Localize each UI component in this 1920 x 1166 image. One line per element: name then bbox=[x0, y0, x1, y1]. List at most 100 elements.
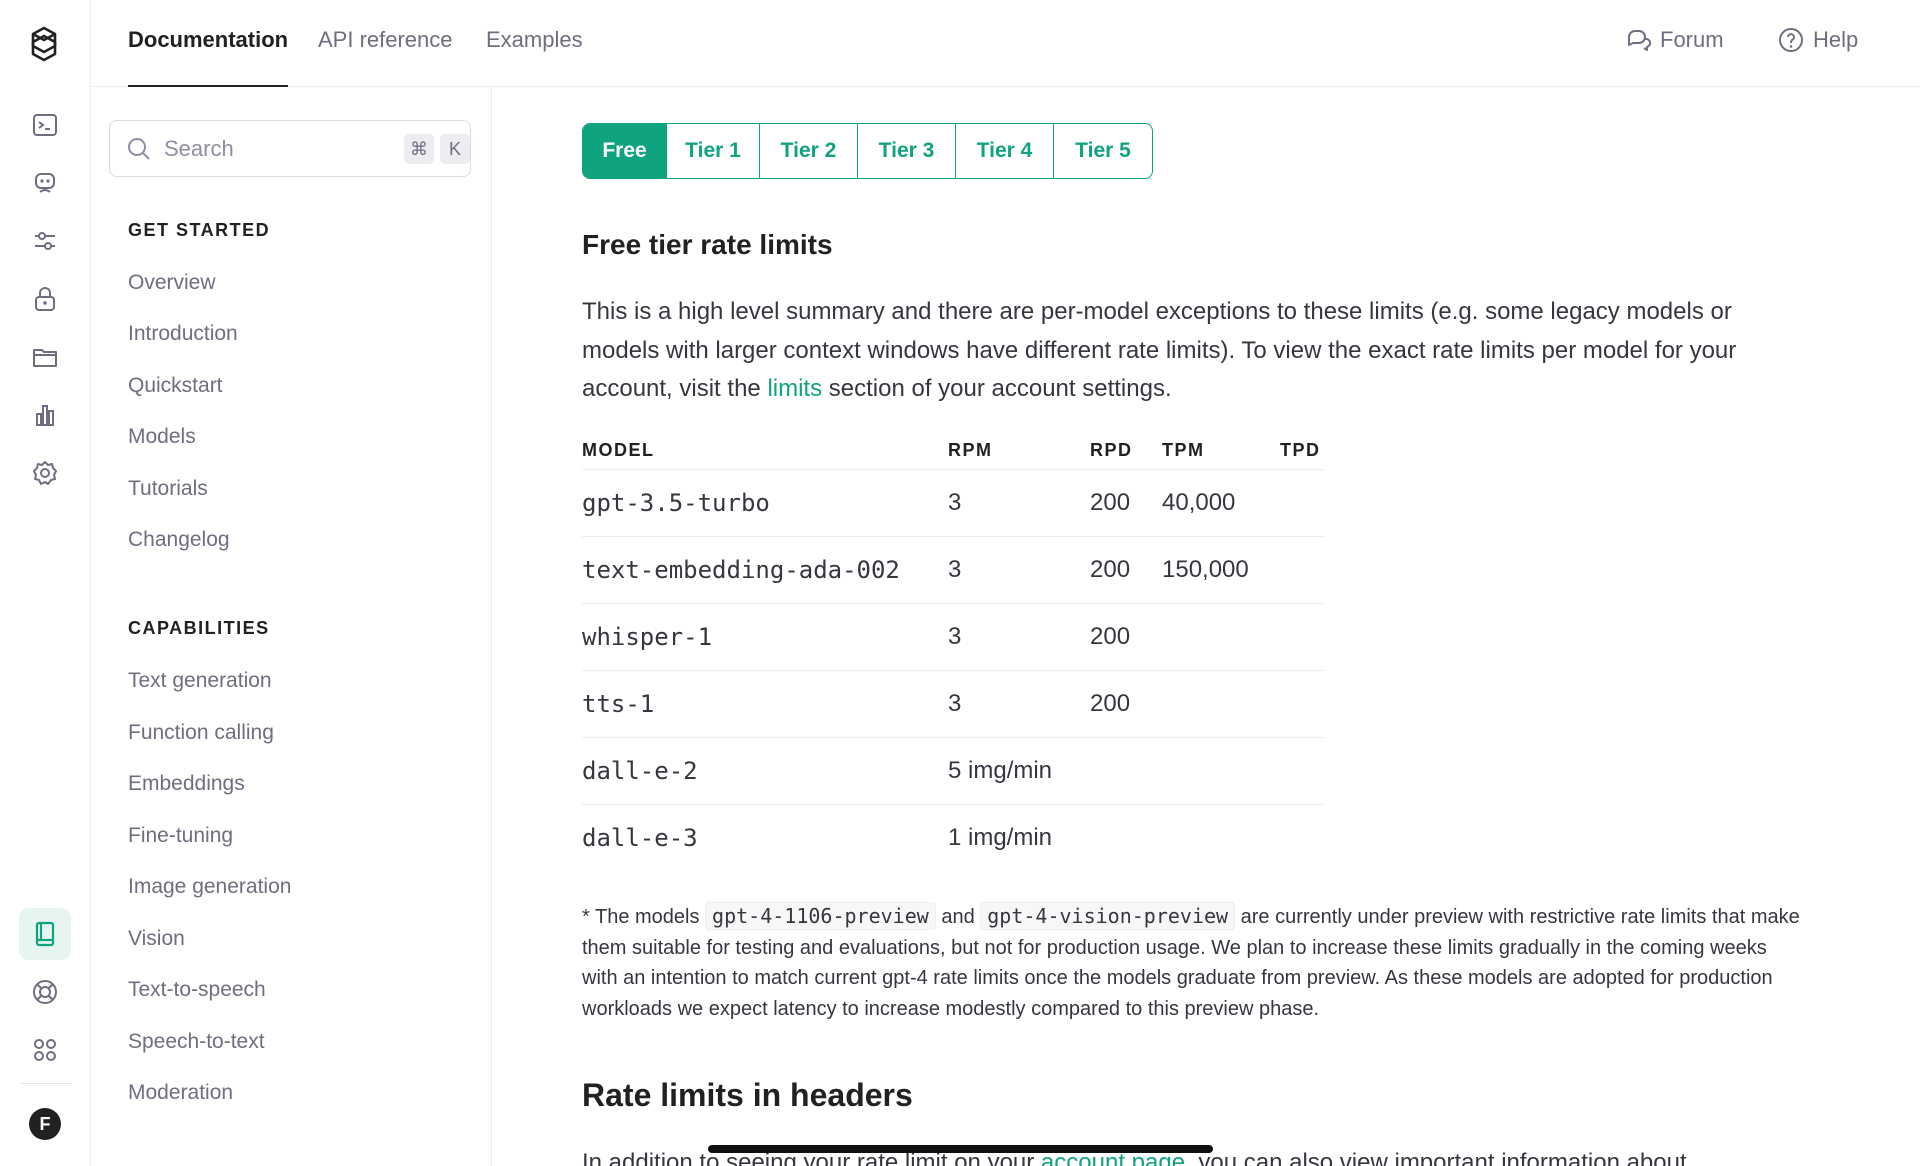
settings-gear-icon[interactable] bbox=[24, 452, 66, 494]
rate-limits-table: MODEL RPM RPD TPM TPD gpt-3.5-turbo 3 20… bbox=[582, 433, 1324, 871]
tier-tab-2[interactable]: Tier 2 bbox=[760, 124, 858, 178]
table-row: whisper-1 3 200 bbox=[582, 603, 1324, 671]
openai-logo-icon[interactable] bbox=[22, 22, 66, 66]
sidebar-item-quickstart[interactable]: Quickstart bbox=[128, 374, 223, 398]
note-mid: and bbox=[935, 906, 981, 928]
headers-text-after: , you can also view important informatio… bbox=[1185, 1149, 1687, 1166]
rpm-cell: 1 img/min bbox=[948, 823, 1053, 851]
sidebar-item-speech-to-text[interactable]: Speech-to-text bbox=[128, 1030, 265, 1054]
book-icon[interactable] bbox=[19, 908, 71, 960]
help-ring-icon[interactable] bbox=[24, 971, 66, 1013]
model-cell: whisper-1 bbox=[582, 603, 948, 671]
model-cell: tts-1 bbox=[582, 670, 948, 738]
tier-tab-3[interactable]: Tier 3 bbox=[858, 124, 956, 178]
tpd-cell bbox=[1280, 670, 1324, 738]
search-placeholder: Search bbox=[164, 135, 234, 161]
table-row: text-embedding-ada-002 3 200 150,000 bbox=[582, 536, 1324, 604]
tier-tab-1[interactable]: Tier 1 bbox=[667, 124, 760, 178]
apps-grid-icon[interactable] bbox=[24, 1029, 66, 1071]
tab-examples[interactable]: Examples bbox=[486, 27, 583, 87]
rpm-cell: 3 bbox=[948, 603, 1090, 671]
sidebar-item-fine-tuning[interactable]: Fine-tuning bbox=[128, 824, 233, 848]
tpm-cell: 150,000 bbox=[1162, 536, 1280, 604]
terminal-icon[interactable] bbox=[24, 104, 66, 146]
intro-text-after: section of your account settings. bbox=[822, 375, 1172, 402]
rpm-cell: 3 bbox=[948, 469, 1090, 537]
rpd-cell: 200 bbox=[1090, 603, 1162, 671]
sidebar-item-models[interactable]: Models bbox=[128, 425, 196, 449]
code-gpt-4-1106-preview: gpt-4-1106-preview bbox=[705, 902, 936, 930]
sidebar-item-embeddings[interactable]: Embeddings bbox=[128, 772, 245, 796]
help-link[interactable]: Help bbox=[1778, 27, 1858, 53]
tpm-cell bbox=[1162, 670, 1280, 738]
forum-link[interactable]: Forum bbox=[1625, 27, 1724, 53]
rpd-cell: 200 bbox=[1090, 536, 1162, 604]
docs-sidebar: Search ⌘ K GET STARTED Overview Introduc… bbox=[91, 87, 492, 1166]
icon-rail: F bbox=[0, 0, 91, 1166]
section-title-get-started: GET STARTED bbox=[128, 220, 271, 240]
user-avatar[interactable]: F bbox=[29, 1108, 61, 1140]
rail-divider bbox=[20, 1083, 72, 1084]
forum-label: Forum bbox=[1660, 27, 1724, 52]
help-label: Help bbox=[1813, 27, 1859, 52]
table-row: gpt-3.5-turbo 3 200 40,000 bbox=[582, 469, 1324, 537]
column-header-rpd: RPD bbox=[1090, 433, 1162, 470]
sidebar-item-tutorials[interactable]: Tutorials bbox=[128, 477, 208, 501]
note-prefix: * The models bbox=[582, 906, 706, 928]
sidebar-item-text-to-speech[interactable]: Text-to-speech bbox=[128, 978, 266, 1002]
free-tier-heading: Free tier rate limits bbox=[582, 229, 833, 260]
sidebar-item-changelog[interactable]: Changelog bbox=[128, 528, 230, 552]
model-cell: dall-e-2 bbox=[582, 737, 948, 805]
column-header-tpd: TPD bbox=[1280, 433, 1324, 470]
assistant-bot-icon[interactable] bbox=[24, 162, 66, 204]
lock-icon[interactable] bbox=[24, 278, 66, 320]
column-header-rpm: RPM bbox=[948, 433, 1090, 470]
shortcut-cmd-key: ⌘ bbox=[404, 134, 434, 164]
tpd-cell bbox=[1280, 603, 1324, 671]
tab-api-reference[interactable]: API reference bbox=[318, 27, 453, 87]
tab-documentation[interactable]: Documentation bbox=[128, 27, 289, 87]
rpd-cell: 200 bbox=[1090, 670, 1162, 738]
model-cell: gpt-3.5-turbo bbox=[582, 469, 948, 537]
sidebar-item-vision[interactable]: Vision bbox=[128, 927, 185, 951]
table-row: dall-e-3 1 img/min bbox=[582, 804, 1324, 871]
forum-chat-icon bbox=[1628, 30, 1651, 51]
rpd-cell: 200 bbox=[1090, 469, 1162, 537]
table-row: dall-e-2 5 img/min bbox=[582, 737, 1324, 805]
help-question-icon bbox=[1779, 28, 1803, 52]
rpm-cell: 3 bbox=[948, 670, 1090, 738]
rpm-cell: 5 img/min bbox=[948, 737, 1324, 805]
tpd-cell bbox=[1280, 536, 1324, 604]
search-box[interactable]: Search ⌘ K bbox=[109, 120, 471, 177]
sidebar-item-moderation[interactable]: Moderation bbox=[128, 1081, 233, 1105]
tpm-cell: 40,000 bbox=[1162, 469, 1280, 537]
sliders-icon[interactable] bbox=[24, 220, 66, 262]
preview-models-note: * The models gpt-4-1106-preview and gpt-… bbox=[582, 901, 1802, 1024]
tpd-cell bbox=[1280, 469, 1324, 537]
code-gpt-4-vision-preview: gpt-4-vision-preview bbox=[980, 902, 1236, 930]
bar-chart-icon[interactable] bbox=[24, 394, 66, 436]
sidebar-item-text-generation[interactable]: Text generation bbox=[128, 669, 272, 693]
top-nav: Documentation API reference Examples For… bbox=[91, 0, 1920, 87]
tier-tab-free[interactable]: Free bbox=[583, 124, 667, 178]
tier-selector: Free Tier 1 Tier 2 Tier 3 Tier 4 Tier 5 bbox=[582, 123, 1153, 179]
model-cell: dall-e-3 bbox=[582, 823, 698, 852]
shortcut-k-key: K bbox=[440, 134, 470, 164]
sidebar-item-introduction[interactable]: Introduction bbox=[128, 322, 238, 346]
sidebar-item-image-generation[interactable]: Image generation bbox=[128, 875, 291, 899]
search-icon bbox=[128, 137, 150, 160]
tier-tab-5[interactable]: Tier 5 bbox=[1054, 124, 1152, 178]
section-title-capabilities: CAPABILITIES bbox=[128, 618, 270, 638]
intro-paragraph: This is a high level summary and there a… bbox=[582, 293, 1802, 409]
tier-tab-4[interactable]: Tier 4 bbox=[956, 124, 1054, 178]
table-header-row: MODEL RPM RPD TPM TPD bbox=[582, 433, 1324, 470]
sidebar-item-function-calling[interactable]: Function calling bbox=[128, 721, 274, 745]
rate-limits-headers-heading: Rate limits in headers bbox=[582, 1077, 913, 1113]
limits-link[interactable]: limits bbox=[767, 375, 822, 402]
folder-icon[interactable] bbox=[24, 336, 66, 378]
rpm-cell: 3 bbox=[948, 536, 1090, 604]
sidebar-item-overview[interactable]: Overview bbox=[128, 271, 216, 295]
column-header-tpm: TPM bbox=[1162, 433, 1280, 470]
model-cell: text-embedding-ada-002 bbox=[582, 536, 948, 604]
horizontal-scrollbar-thumb[interactable] bbox=[708, 1145, 1213, 1153]
